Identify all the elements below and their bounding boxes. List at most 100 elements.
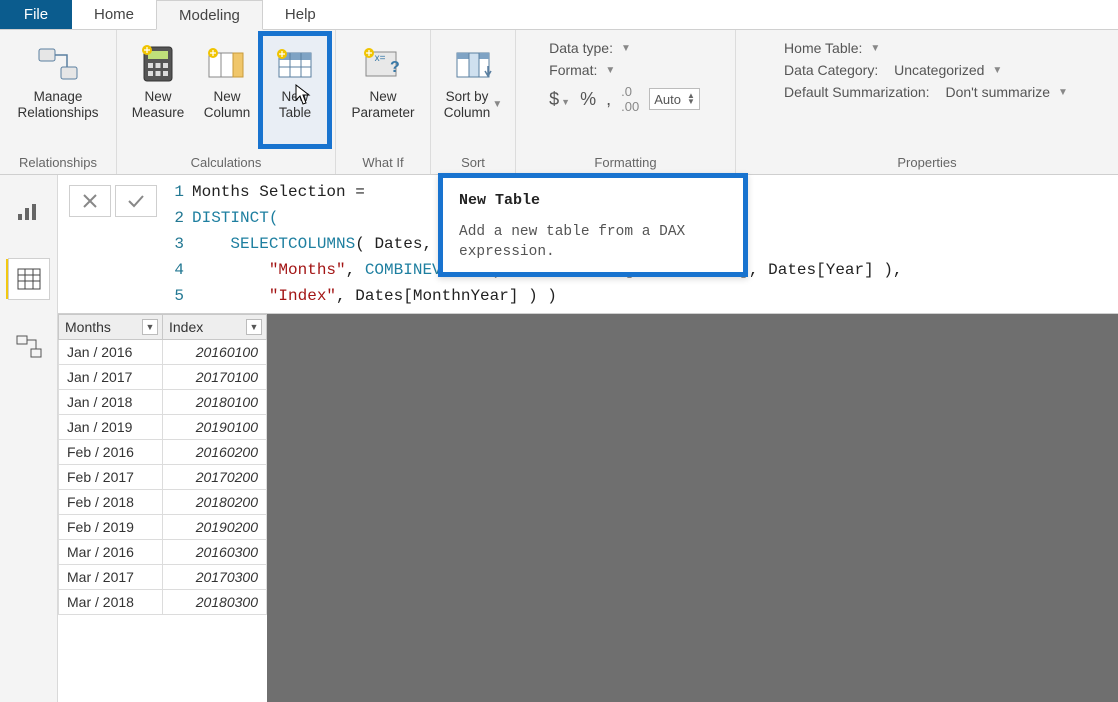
new-parameter-label: New Parameter <box>351 88 414 122</box>
cell-index[interactable]: 20170100 <box>163 365 267 390</box>
data-grid[interactable]: Months ▼ Index ▼ Jan / 201620160100Jan /… <box>58 314 267 615</box>
relationships-icon <box>36 42 80 86</box>
chevron-down-icon[interactable]: ▼ <box>687 99 695 105</box>
data-category-dropdown[interactable]: Data Category: Uncategorized▼ <box>784 62 1068 78</box>
cell-months[interactable]: Feb / 2016 <box>59 440 163 465</box>
cell-months[interactable]: Jan / 2018 <box>59 390 163 415</box>
group-sort: Sort by Column ▼ Sort <box>431 30 516 174</box>
default-summarization-dropdown[interactable]: Default Summarization: Don't summarize▼ <box>784 84 1068 100</box>
new-column-icon <box>205 42 249 86</box>
home-table-dropdown[interactable]: Home Table:▼ <box>784 40 1068 56</box>
cell-index[interactable]: 20160200 <box>163 440 267 465</box>
format-dropdown[interactable]: Format:▼ <box>549 62 700 78</box>
data-view-button[interactable] <box>9 259 49 299</box>
tooltip-description: Add a new table from a DAX expression. <box>459 222 727 262</box>
table-row[interactable]: Mar / 201620160300 <box>59 540 267 565</box>
cell-index[interactable]: 20180300 <box>163 590 267 615</box>
cell-months[interactable]: Mar / 2016 <box>59 540 163 565</box>
cell-months[interactable]: Jan / 2019 <box>59 415 163 440</box>
group-properties: Home Table:▼ Data Category: Uncategorize… <box>736 30 1118 174</box>
group-calculations: New Measure New Column New Table Calcula… <box>117 30 336 174</box>
new-column-button[interactable]: New Column <box>195 34 259 122</box>
cell-index[interactable]: 20170300 <box>163 565 267 590</box>
sort-by-column-label: Sort by Column ▼ <box>444 88 502 122</box>
new-parameter-button[interactable]: x=? New Parameter <box>342 34 424 122</box>
chevron-down-icon: ▼ <box>992 65 1002 76</box>
group-relationships: Manage Relationships Relationships <box>0 30 117 174</box>
table-row[interactable]: Mar / 201720170300 <box>59 565 267 590</box>
group-sort-label: Sort <box>461 153 485 172</box>
chevron-down-icon: ▼ <box>621 43 631 54</box>
cell-months[interactable]: Feb / 2019 <box>59 515 163 540</box>
calculator-icon <box>136 42 180 86</box>
report-view-button[interactable] <box>9 191 49 231</box>
cell-months[interactable]: Jan / 2016 <box>59 340 163 365</box>
column-filter-button[interactable]: ▼ <box>246 319 262 335</box>
group-formatting-label: Formatting <box>594 153 656 172</box>
new-measure-label: New Measure <box>132 88 185 122</box>
cursor-icon <box>295 84 311 106</box>
group-relationships-label: Relationships <box>19 153 97 172</box>
group-whatif: x=? New Parameter What If <box>336 30 431 174</box>
commit-formula-button[interactable] <box>115 185 157 217</box>
table-row[interactable]: Feb / 201720170200 <box>59 465 267 490</box>
table-row[interactable]: Feb / 201920190200 <box>59 515 267 540</box>
manage-relationships-button[interactable]: Manage Relationships <box>6 34 110 122</box>
sort-icon <box>451 42 495 86</box>
cell-index[interactable]: 20190200 <box>163 515 267 540</box>
cell-index[interactable]: 20160300 <box>163 540 267 565</box>
table-row[interactable]: Jan / 201620160100 <box>59 340 267 365</box>
table-row[interactable]: Mar / 201820180300 <box>59 590 267 615</box>
sort-by-column-button[interactable]: Sort by Column ▼ <box>437 34 509 122</box>
new-table-icon <box>273 42 317 86</box>
cell-months[interactable]: Mar / 2018 <box>59 590 163 615</box>
group-calculations-label: Calculations <box>191 153 262 172</box>
percent-button[interactable]: % <box>580 89 596 110</box>
cell-index[interactable]: 20160100 <box>163 340 267 365</box>
new-table-button[interactable]: New Table <box>261 34 329 146</box>
group-whatif-label: What If <box>362 153 403 172</box>
cell-months[interactable]: Mar / 2017 <box>59 565 163 590</box>
view-rail <box>0 175 58 702</box>
tab-file[interactable]: File <box>0 0 72 29</box>
chevron-down-icon: ▼ <box>1058 87 1068 98</box>
column-header-months[interactable]: Months ▼ <box>59 315 163 340</box>
cell-index[interactable]: 20180200 <box>163 490 267 515</box>
group-properties-label: Properties <box>897 153 956 172</box>
table-row[interactable]: Jan / 201720170100 <box>59 365 267 390</box>
parameter-icon: x=? <box>361 42 405 86</box>
tooltip-title: New Table <box>459 188 727 214</box>
ribbon: Manage Relationships Relationships New M… <box>0 30 1118 175</box>
model-view-button[interactable] <box>9 327 49 367</box>
ribbon-tabstrip: File Home Modeling Help <box>0 0 1118 30</box>
tab-modeling[interactable]: Modeling <box>156 0 263 30</box>
tab-help[interactable]: Help <box>263 0 338 29</box>
svg-text:?: ? <box>390 59 400 76</box>
data-grid-area: Months ▼ Index ▼ Jan / 201620160100Jan /… <box>58 314 1118 702</box>
cell-index[interactable]: 20170200 <box>163 465 267 490</box>
cell-index[interactable]: 20180100 <box>163 390 267 415</box>
dax-editor[interactable]: 1Months Selection = 2DISTINCT( 3 SELECTC… <box>168 175 1118 313</box>
new-table-tooltip: New Table Add a new table from a DAX exp… <box>438 173 748 277</box>
new-measure-button[interactable]: New Measure <box>123 34 193 122</box>
chevron-down-icon: ▼ <box>492 97 502 113</box>
decimal-places-stepper[interactable]: Auto ▲▼ <box>649 88 700 110</box>
cancel-formula-button[interactable] <box>69 185 111 217</box>
cell-months[interactable]: Feb / 2018 <box>59 490 163 515</box>
cell-months[interactable]: Feb / 2017 <box>59 465 163 490</box>
column-filter-button[interactable]: ▼ <box>142 319 158 335</box>
table-row[interactable]: Feb / 201820180200 <box>59 490 267 515</box>
table-row[interactable]: Feb / 201620160200 <box>59 440 267 465</box>
formula-bar: 1Months Selection = 2DISTINCT( 3 SELECTC… <box>58 175 1118 314</box>
table-row[interactable]: Jan / 201920190100 <box>59 415 267 440</box>
cell-months[interactable]: Jan / 2017 <box>59 365 163 390</box>
data-type-dropdown[interactable]: Data type:▼ <box>549 40 700 56</box>
column-header-index[interactable]: Index ▼ <box>163 315 267 340</box>
chevron-down-icon: ▼ <box>605 65 615 76</box>
cell-index[interactable]: 20190100 <box>163 415 267 440</box>
thousands-button[interactable]: , <box>606 89 611 110</box>
currency-button[interactable]: $▼ <box>549 89 570 110</box>
tab-home[interactable]: Home <box>72 0 156 29</box>
table-row[interactable]: Jan / 201820180100 <box>59 390 267 415</box>
decimals-icon: .0.00 <box>621 84 639 114</box>
